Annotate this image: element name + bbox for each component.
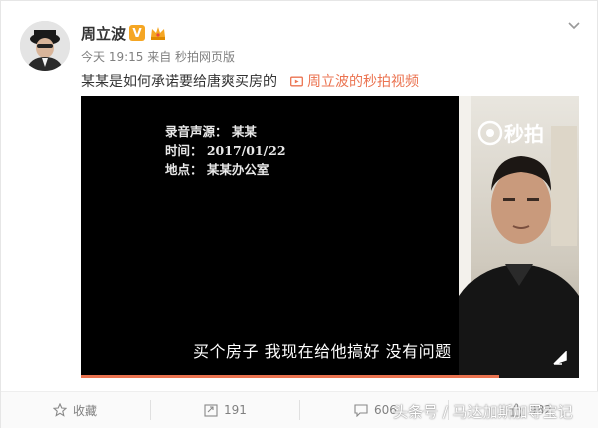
crown-icon (151, 27, 165, 40)
watermark-text: 秒拍 (504, 122, 544, 146)
repost-icon (204, 404, 218, 417)
post-meta: 今天 19:15 来自 秒拍网页版 (81, 50, 236, 64)
verified-badge: V (129, 25, 145, 41)
watermark-logo: 秒拍 (476, 118, 544, 147)
star-icon (53, 403, 67, 417)
repost-count: 191 (224, 403, 247, 417)
overlay-place: 地点： 某某办公室 (165, 162, 270, 177)
author-name[interactable]: 周立波 (81, 23, 126, 44)
video-link-label: 周立波的秒拍视频 (307, 74, 419, 90)
video-subtitle: 买个房子 我现在给他搞好 没有问题 (193, 342, 452, 361)
avatar[interactable] (20, 21, 70, 71)
video-player[interactable]: 录音声源： 某某 时间： 2017/01/22 地点： 某某办公室 秒拍 买个房… (81, 96, 579, 378)
video-link-icon (290, 76, 303, 86)
source-watermark: 头条号 / 马达加斯加导宝记 (393, 403, 573, 421)
overlay-time: 时间： 2017/01/22 (165, 143, 286, 158)
favorite-button[interactable]: 收藏 (53, 392, 97, 428)
chevron-down-icon[interactable] (567, 19, 581, 33)
weibo-card: 周立波 V 今天 19:15 来自 秒拍网页版 某某是如何承诺要给唐爽买房的 周… (0, 0, 598, 428)
comment-icon (354, 404, 368, 417)
divider (150, 400, 151, 420)
favorite-label: 收藏 (73, 403, 98, 418)
comment-button[interactable]: 606 (354, 392, 397, 428)
post-text: 某某是如何承诺要给唐爽买房的 (81, 74, 277, 90)
video-link[interactable]: 周立波的秒拍视频 (290, 71, 419, 91)
divider (299, 400, 300, 420)
fullscreen-icon[interactable] (553, 351, 567, 365)
repost-button[interactable]: 191 (204, 392, 247, 428)
watermark-logo-icon (477, 120, 503, 145)
overlay-source: 录音声源： 某某 (165, 124, 257, 139)
video-progress-bar[interactable] (81, 375, 500, 378)
